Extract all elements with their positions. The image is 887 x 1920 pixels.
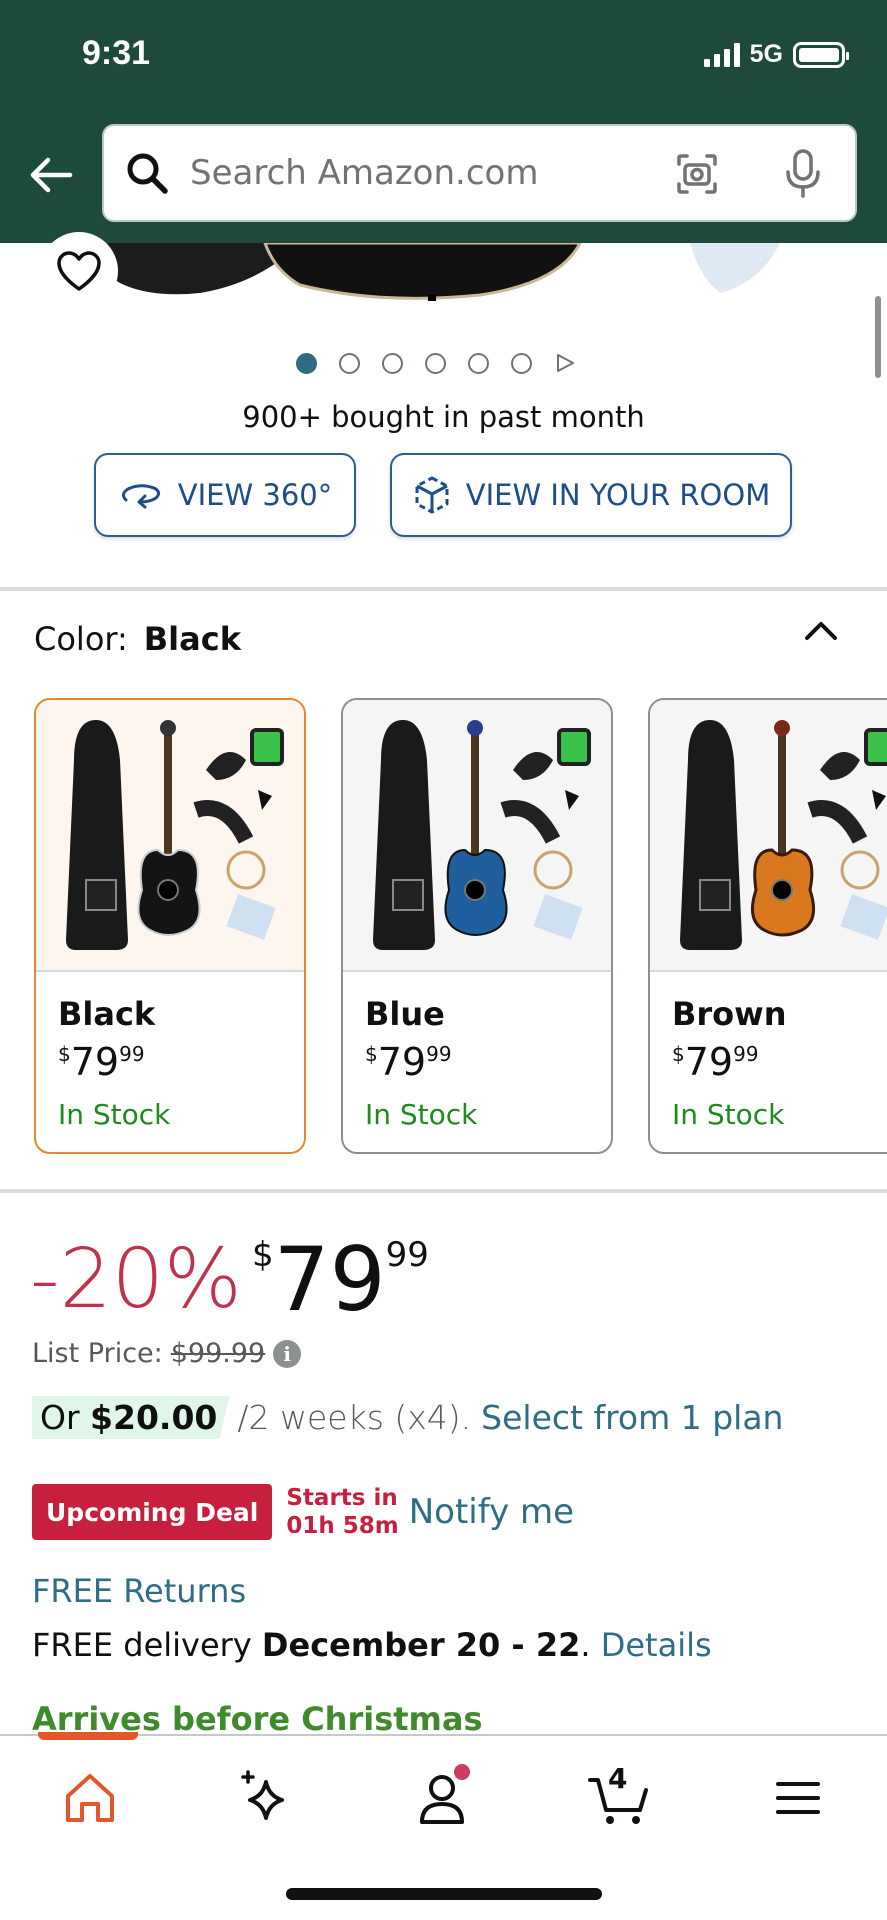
color-option-stock: In Stock (58, 1098, 171, 1131)
installment-terms: /2 weeks (x4). (237, 1398, 472, 1437)
list-price-label: List Price: (32, 1338, 163, 1369)
delivery-dates: December 20 - 22 (261, 1626, 581, 1664)
home-indicator[interactable] (286, 1888, 602, 1900)
installment-chip: Or $20.00 (32, 1396, 230, 1439)
color-option-image (343, 700, 611, 972)
network-label: 5G (749, 40, 783, 68)
view-in-your-room-button[interactable]: VIEW IN YOUR ROOM (390, 453, 792, 537)
view-in-your-room-label: VIEW IN YOUR ROOM (465, 478, 771, 512)
color-option-price: $7999 (58, 1040, 145, 1084)
product-image[interactable] (0, 243, 887, 303)
cart-count: 4 (608, 1762, 628, 1795)
free-returns-link[interactable]: FREE Returns (32, 1572, 246, 1610)
search-bar[interactable] (102, 124, 857, 222)
microphone-icon[interactable] (781, 148, 825, 200)
carousel-dot[interactable] (425, 352, 446, 374)
rufus-ai-sparkle-icon[interactable] (236, 1768, 296, 1828)
carousel-dot[interactable] (382, 352, 403, 374)
carousel-video-play-icon[interactable] (554, 352, 576, 374)
ar-cube-icon (415, 476, 449, 514)
delivery-info: FREE delivery December 20 - 22. Details (32, 1626, 712, 1664)
scrollbar[interactable] (875, 296, 881, 378)
status-time: 9:31 (82, 34, 151, 72)
select-plan-link[interactable]: Select from 1 plan (481, 1398, 783, 1437)
menu-icon[interactable] (768, 1768, 828, 1828)
delivery-details-link[interactable]: Details (601, 1626, 712, 1664)
color-selector-header[interactable]: Color: Black (34, 620, 241, 658)
guitar-bundle-image (680, 720, 887, 950)
color-option-stock: In Stock (365, 1098, 478, 1131)
color-option-brown[interactable]: Brown $7999 In Stock (648, 698, 887, 1154)
cart-tab[interactable]: 4 (588, 1762, 648, 1828)
back-arrow-icon[interactable] (26, 150, 76, 200)
view-360-button[interactable]: VIEW 360° (94, 453, 356, 537)
battery-icon (793, 41, 849, 68)
carousel-dot[interactable] (511, 352, 532, 374)
color-label: Color: (34, 620, 128, 658)
selected-color: Black (143, 620, 241, 658)
deal-countdown: Starts in 01h 58m (286, 1485, 399, 1539)
search-icon[interactable] (124, 150, 170, 196)
top-header: 9:31 5G (0, 0, 887, 243)
heart-icon (57, 251, 101, 291)
color-option-blue[interactable]: Blue $7999 In Stock (341, 698, 613, 1154)
carousel-dot[interactable] (468, 352, 489, 374)
signal-icon (703, 42, 740, 67)
image-carousel-dots[interactable] (296, 352, 576, 374)
color-option-image (36, 700, 304, 972)
carousel-dot[interactable] (296, 352, 317, 374)
chevron-up-icon[interactable] (801, 616, 841, 646)
notify-me-link[interactable]: Notify me (409, 1492, 574, 1532)
section-divider (0, 587, 887, 591)
rotate-360-icon (121, 484, 160, 509)
carousel-dot[interactable] (339, 352, 360, 374)
upcoming-deal-row: Upcoming Deal Starts in 01h 58m Notify m… (32, 1484, 574, 1540)
color-option-name: Blue (365, 995, 445, 1033)
color-option-price: $7999 (672, 1040, 759, 1084)
camera-search-icon[interactable] (675, 152, 719, 196)
color-option-black[interactable]: Black $7999 In Stock (34, 698, 306, 1154)
color-option-price: $7999 (365, 1040, 452, 1084)
section-divider (0, 1189, 887, 1193)
color-option-stock: In Stock (672, 1098, 785, 1131)
info-icon[interactable]: i (273, 1339, 302, 1368)
view-360-label: VIEW 360° (177, 478, 333, 512)
list-price-value: $99.99 (170, 1338, 266, 1369)
discount-percentage: -20% (30, 1232, 242, 1327)
guitar-bundle-image (373, 720, 591, 950)
status-icons: 5G (703, 40, 849, 69)
notification-dot (454, 1764, 470, 1780)
bought-past-month: 900+ bought in past month (242, 400, 645, 434)
product-price: $7999 (252, 1228, 429, 1331)
color-option-name: Black (58, 995, 156, 1033)
guitar-bundle-image (66, 720, 284, 950)
color-option-name: Brown (672, 995, 787, 1033)
search-input[interactable] (190, 153, 670, 193)
list-price: List Price: $99.99 i (32, 1338, 302, 1369)
wishlist-button[interactable] (40, 232, 118, 310)
active-tab-indicator (38, 1732, 138, 1740)
installment-plan: Or $20.00 /2 weeks (x4). Select from 1 p… (32, 1396, 783, 1439)
account-tab[interactable] (412, 1764, 472, 1828)
color-option-image (650, 700, 887, 972)
upcoming-deal-badge: Upcoming Deal (32, 1484, 273, 1540)
home-icon[interactable] (60, 1768, 120, 1828)
